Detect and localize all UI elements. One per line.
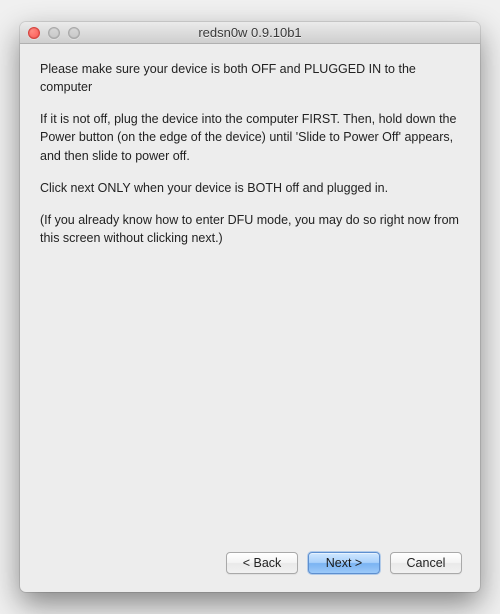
traffic-lights <box>28 27 80 39</box>
instruction-text-2: If it is not off, plug the device into t… <box>40 110 460 164</box>
zoom-icon <box>68 27 80 39</box>
cancel-button[interactable]: Cancel <box>390 552 462 574</box>
next-button[interactable]: Next > <box>308 552 380 574</box>
instruction-text-3: Click next ONLY when your device is BOTH… <box>40 179 460 197</box>
back-button[interactable]: < Back <box>226 552 298 574</box>
close-icon[interactable] <box>28 27 40 39</box>
button-row: < Back Next > Cancel <box>20 540 480 592</box>
minimize-icon <box>48 27 60 39</box>
window-title: redsn0w 0.9.10b1 <box>20 25 480 40</box>
content-area: Please make sure your device is both OFF… <box>20 44 480 540</box>
app-window: redsn0w 0.9.10b1 Please make sure your d… <box>20 22 480 592</box>
titlebar: redsn0w 0.9.10b1 <box>20 22 480 44</box>
instruction-text-1: Please make sure your device is both OFF… <box>40 60 460 96</box>
instruction-text-4: (If you already know how to enter DFU mo… <box>40 211 460 247</box>
